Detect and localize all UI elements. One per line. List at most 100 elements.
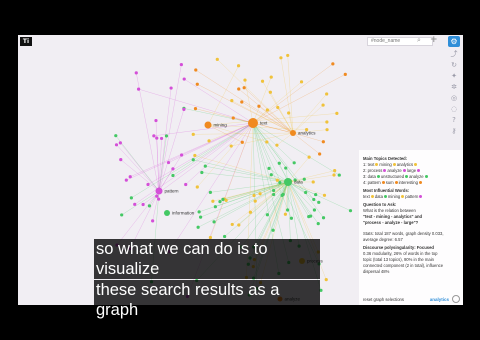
graph-node — [348, 209, 353, 213]
toggle-circle-icon[interactable] — [452, 295, 460, 303]
topic-word[interactable]: unstructured — [381, 174, 404, 179]
topic-row[interactable]: 1: text mining analytics — [363, 162, 459, 167]
add-icon[interactable]: + — [430, 35, 438, 45]
graph-node — [237, 223, 241, 227]
topic-color-dot — [402, 169, 406, 173]
topic-word[interactable]: analytics — [397, 162, 413, 167]
key-icon[interactable]: ⚷ — [448, 126, 460, 137]
topic-color-dot — [375, 163, 379, 167]
topic-row[interactable]: 2: process analyze large — [363, 168, 459, 173]
graph-edge — [207, 65, 239, 126]
graph-node — [218, 200, 222, 204]
hub-node — [284, 178, 292, 186]
graph-node — [325, 120, 329, 124]
topic-row[interactable]: 4: pattern sum interesting — [363, 180, 459, 185]
share-icon[interactable]: ⤴ — [448, 49, 460, 60]
influential-word[interactable]: data — [375, 194, 383, 199]
graph-edge — [252, 74, 346, 124]
topic-word[interactable]: analyze — [409, 174, 423, 179]
topic-word[interactable]: interesting — [399, 180, 418, 185]
graph-node — [292, 161, 296, 165]
graph-edge — [116, 190, 160, 246]
graph-node — [272, 192, 276, 197]
graph-node — [271, 228, 275, 232]
graph-node — [164, 134, 169, 138]
graph-node — [257, 104, 261, 108]
graph-edge — [292, 132, 320, 155]
topic-word[interactable]: process — [368, 168, 383, 173]
topic-word[interactable]: large — [407, 168, 416, 173]
bulb-icon[interactable]: ✦ — [448, 71, 460, 82]
polarity-line: topic (total 13 topics), 90% in the main — [363, 257, 434, 262]
graph-node — [120, 213, 124, 217]
graph-edge — [116, 144, 160, 192]
topic-word[interactable]: pattern — [368, 180, 381, 185]
graph-edge — [193, 159, 289, 183]
question-line: "process - analyze - large"? — [363, 220, 419, 225]
graph-node — [171, 167, 175, 171]
topic-row[interactable]: 3: data unstructured analyze — [363, 174, 459, 179]
topic-word[interactable]: mining — [379, 162, 391, 167]
main-topics-heading: Main Topics Detected: — [363, 156, 408, 161]
refresh-icon[interactable]: ↻ — [448, 60, 460, 71]
stats-line: Stats: total 187 words, graph density 0.… — [363, 231, 444, 236]
gear-icon[interactable]: ✲ — [448, 82, 460, 93]
topic-color-dot — [381, 181, 385, 185]
graph-node — [196, 225, 200, 229]
graph-node — [267, 166, 271, 170]
info-icon[interactable]: ◎ — [448, 93, 460, 104]
help-icon[interactable]: ? — [448, 115, 460, 126]
topic-word[interactable]: text — [368, 162, 375, 167]
graph-node — [243, 78, 247, 82]
app-logo[interactable]: Ti — [20, 37, 32, 46]
influential-word[interactable]: pattern — [405, 194, 418, 199]
question-heading: Question to Ask: — [363, 202, 397, 207]
graph-node — [275, 143, 279, 147]
graph-node — [230, 99, 234, 103]
reset-graph-link[interactable]: reset graph selections — [363, 297, 404, 302]
hub-node — [248, 118, 258, 128]
topic-list: 1: text mining analytics 2: process analyze l… — [363, 162, 459, 185]
graph-node — [314, 192, 318, 197]
graph-edge — [136, 72, 160, 192]
graph-node — [284, 166, 288, 170]
search-icon[interactable]: ⌕ — [417, 36, 421, 45]
graph-node — [252, 193, 256, 198]
topic-word[interactable]: data — [368, 174, 376, 179]
graph-node — [307, 155, 311, 159]
graph-edge — [185, 122, 254, 185]
influential-word[interactable]: text — [363, 194, 370, 199]
right-toolbar: ⤴ ↻ ✦ ✲ ◎ ◌ ? ⚷ — [448, 49, 460, 137]
topic-color-dot — [405, 175, 409, 179]
influential-heading: Most Influential Words: — [363, 188, 410, 193]
graph-node — [193, 107, 198, 111]
graph-node — [321, 216, 326, 220]
influential-word[interactable]: mining — [388, 194, 400, 199]
settings-icon[interactable]: ⚙ — [448, 36, 460, 47]
graph-node — [278, 181, 282, 185]
graph-edge — [244, 80, 254, 124]
graph-node — [276, 105, 280, 110]
graph-node — [195, 82, 199, 86]
graph-node — [240, 100, 244, 104]
topic-color-dot — [383, 169, 387, 173]
topic-color-dot — [394, 181, 398, 185]
graph-edge — [194, 155, 289, 183]
hub-node — [164, 210, 170, 216]
graph-node — [316, 222, 320, 226]
graph-node — [184, 182, 188, 187]
search-input[interactable]: #node_name — [367, 37, 433, 46]
graph-node — [237, 87, 241, 91]
topic-word[interactable]: analyze — [387, 168, 401, 173]
chat-icon[interactable]: ◌ — [448, 104, 460, 115]
graph-node — [182, 107, 186, 111]
subtitle-line: so what we can do is to visualize — [94, 239, 320, 279]
graph-node — [159, 136, 164, 141]
graph-node — [203, 164, 207, 168]
graph-node — [322, 193, 327, 197]
polarity-line: 0.36 modularity, 26% of words in the top — [363, 251, 438, 256]
analytics-button[interactable]: analytics — [430, 297, 449, 302]
graph-node — [207, 139, 211, 143]
graph-node — [134, 71, 138, 75]
topic-word[interactable]: sum — [386, 180, 394, 185]
